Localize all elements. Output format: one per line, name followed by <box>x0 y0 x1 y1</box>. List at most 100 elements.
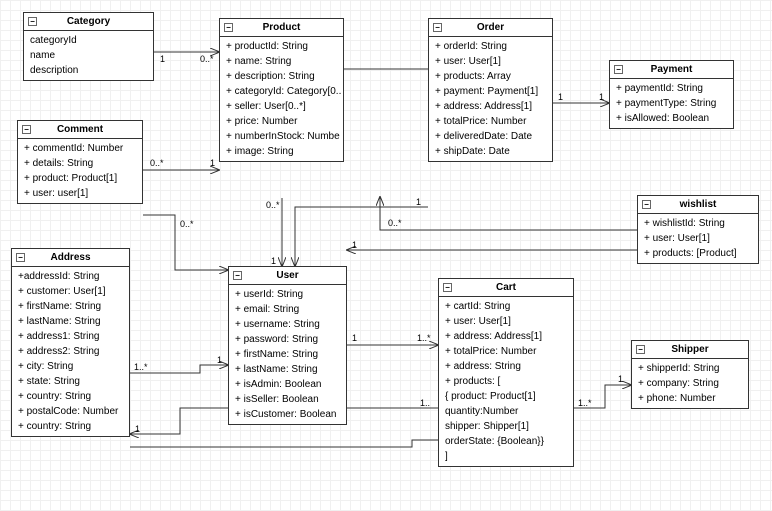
class-header: −Payment <box>610 61 733 79</box>
attr: + company: String <box>632 376 748 391</box>
class-header: −Category <box>24 13 153 31</box>
attr: + paymentId: String <box>610 81 733 96</box>
attr: + image: String <box>220 144 343 159</box>
mult: 1..* <box>417 333 431 343</box>
attr: + numberInStock: Numbe <box>220 129 343 144</box>
attr: { product: Product[1] <box>439 389 573 404</box>
attr: + address1: String <box>12 329 129 344</box>
class-header: − Comment <box>18 121 142 139</box>
collapse-icon[interactable]: − <box>233 271 242 280</box>
class-comment[interactable]: − Comment + commentId: Number + details: … <box>17 120 143 204</box>
class-shipper[interactable]: − Shipper + shipperId: String + company: … <box>631 340 749 409</box>
class-attrs: + cartId: String + user: User[1] + addre… <box>439 297 573 466</box>
attr: + shipDate: Date <box>429 144 552 159</box>
attr: + address: Address[1] <box>439 329 573 344</box>
class-title: Comment <box>57 124 103 135</box>
attr: + firstName: String <box>229 347 346 362</box>
attr: + cartId: String <box>439 299 573 314</box>
attr: + userId: String <box>229 287 346 302</box>
mult: 1 <box>217 355 222 365</box>
attr: + state: String <box>12 374 129 389</box>
mult: 1 <box>271 256 276 266</box>
class-cart[interactable]: − Cart + cartId: String + user: User[1] +… <box>438 278 574 467</box>
class-attrs: + userId: String + email: String + usern… <box>229 285 346 424</box>
collapse-icon[interactable]: − <box>28 17 37 26</box>
mult: 0..* <box>200 54 214 64</box>
class-header: − wishlist <box>638 196 758 214</box>
attr: + firstName: String <box>12 299 129 314</box>
attr: name <box>24 48 153 63</box>
attr: + shipperId: String <box>632 361 748 376</box>
attr: + orderId: String <box>429 39 552 54</box>
attr: + products: Array <box>429 69 552 84</box>
attr: + categoryId: Category[0.. <box>220 84 343 99</box>
class-header: − Order <box>429 19 552 37</box>
attr: + customer: User[1] <box>12 284 129 299</box>
collapse-icon[interactable]: − <box>16 253 25 262</box>
class-attrs: + productId: String + name: String + des… <box>220 37 343 161</box>
mult: 0..* <box>388 218 402 228</box>
attr: + lastName: String <box>229 362 346 377</box>
mult: 0..* <box>266 200 280 210</box>
collapse-icon[interactable]: − <box>433 23 442 32</box>
collapse-icon[interactable]: − <box>224 23 233 32</box>
class-attrs: + shipperId: String + company: String + … <box>632 359 748 408</box>
class-attrs: + orderId: String + user: User[1] + prod… <box>429 37 552 161</box>
attr: + isAllowed: Boolean <box>610 111 733 126</box>
attr: shipper: Shipper[1] <box>439 419 573 434</box>
attr: categoryId <box>24 33 153 48</box>
class-attrs: + commentId: Number + details: String + … <box>18 139 142 203</box>
attr: + price: Number <box>220 114 343 129</box>
class-title: Cart <box>496 282 516 293</box>
class-user[interactable]: −User + userId: String + email: String +… <box>228 266 347 425</box>
attr: + address: Address[1] <box>429 99 552 114</box>
attr: + seller: User[0..*] <box>220 99 343 114</box>
class-category[interactable]: −Category categoryId name description <box>23 12 154 81</box>
collapse-icon[interactable]: − <box>642 200 651 209</box>
class-attrs: categoryId name description <box>24 31 153 80</box>
attr: + name: String <box>220 54 343 69</box>
attr: + wishlistId: String <box>638 216 758 231</box>
attr: + user: User[1] <box>429 54 552 69</box>
collapse-icon[interactable]: − <box>636 345 645 354</box>
class-header: − Cart <box>439 279 573 297</box>
attr: + totalPrice: Number <box>439 344 573 359</box>
mult: 1.. <box>420 398 430 408</box>
class-header: −User <box>229 267 346 285</box>
attr: ] <box>439 449 573 464</box>
class-order[interactable]: − Order + orderId: String + user: User[1]… <box>428 18 553 162</box>
class-title: Shipper <box>671 344 708 355</box>
class-title: Address <box>50 252 90 263</box>
collapse-icon[interactable]: − <box>614 65 623 74</box>
attr: + phone: Number <box>632 391 748 406</box>
mult: 1 <box>135 424 140 434</box>
class-payment[interactable]: −Payment + paymentId: String + paymentTy… <box>609 60 734 129</box>
attr: + totalPrice: Number <box>429 114 552 129</box>
attr: + address2: String <box>12 344 129 359</box>
attr: + city: String <box>12 359 129 374</box>
attr: + isCustomer: Boolean <box>229 407 346 422</box>
attr: + user: User[1] <box>638 231 758 246</box>
attr: + description: String <box>220 69 343 84</box>
attr: + paymentType: String <box>610 96 733 111</box>
mult: 1 <box>160 54 165 64</box>
class-header: − Shipper <box>632 341 748 359</box>
attr: + country: String <box>12 389 129 404</box>
class-attrs: + paymentId: String + paymentType: Strin… <box>610 79 733 128</box>
class-title: Order <box>477 22 504 33</box>
class-title: wishlist <box>680 199 717 210</box>
attr: + user: user[1] <box>18 186 142 201</box>
collapse-icon[interactable]: − <box>22 125 31 134</box>
class-address[interactable]: −Address +addressId: String + customer: … <box>11 248 130 437</box>
class-wishlist[interactable]: − wishlist + wishlistId: String + user: U… <box>637 195 759 264</box>
attr: orderState: {Boolean}} <box>439 434 573 449</box>
mult: 1 <box>558 92 563 102</box>
attr: + password: String <box>229 332 346 347</box>
attr: + country: String <box>12 419 129 434</box>
class-attrs: + wishlistId: String + user: User[1] + p… <box>638 214 758 263</box>
collapse-icon[interactable]: − <box>443 283 452 292</box>
class-header: − Address <box>12 249 129 267</box>
class-header: −Product <box>220 19 343 37</box>
class-product[interactable]: −Product + productId: String + name: Str… <box>219 18 344 162</box>
attr: + lastName: String <box>12 314 129 329</box>
